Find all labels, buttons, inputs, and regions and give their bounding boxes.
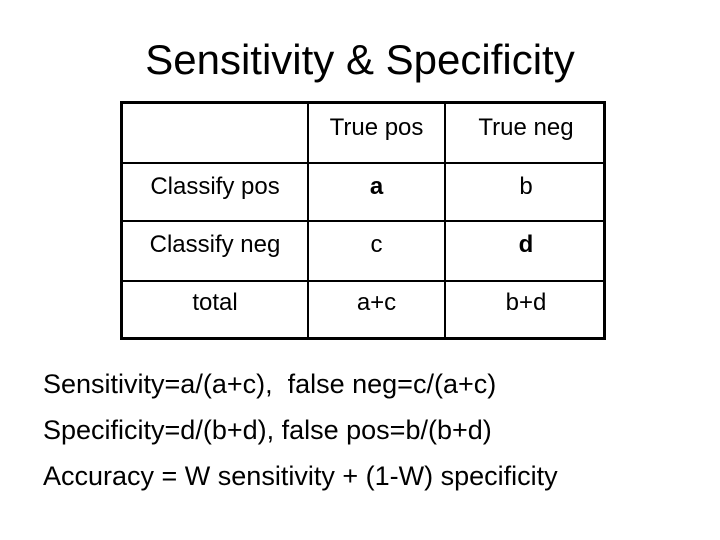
cell-d: d [518, 231, 534, 258]
header-true-pos: True pos [329, 114, 424, 141]
row-divider [123, 220, 603, 222]
row-label-classify-pos: Classify pos [150, 173, 280, 200]
slide-title: Sensitivity & Specificity [145, 36, 575, 83]
row-divider [123, 162, 603, 164]
row-label-total: total [192, 289, 238, 316]
row-label-classify-neg: Classify neg [149, 231, 281, 258]
cell-total-pos: a+c [356, 289, 397, 316]
row-divider [123, 280, 603, 282]
header-true-neg: True neg [478, 114, 574, 141]
cell-total-neg: b+d [505, 289, 547, 316]
cell-c: c [370, 231, 383, 258]
specificity-formula: Specificity=d/(b+d), false pos=b/(b+d) [43, 415, 492, 445]
cell-a: a [369, 173, 384, 200]
cell-b: b [519, 173, 533, 200]
sensitivity-formula: Sensitivity=a/(a+c), false neg=c/(a+c) [43, 369, 497, 399]
accuracy-formula: Accuracy = W sensitivity + (1-W) specifi… [43, 461, 558, 491]
confusion-matrix-table: True pos True neg Classify pos a b Class… [120, 101, 606, 340]
